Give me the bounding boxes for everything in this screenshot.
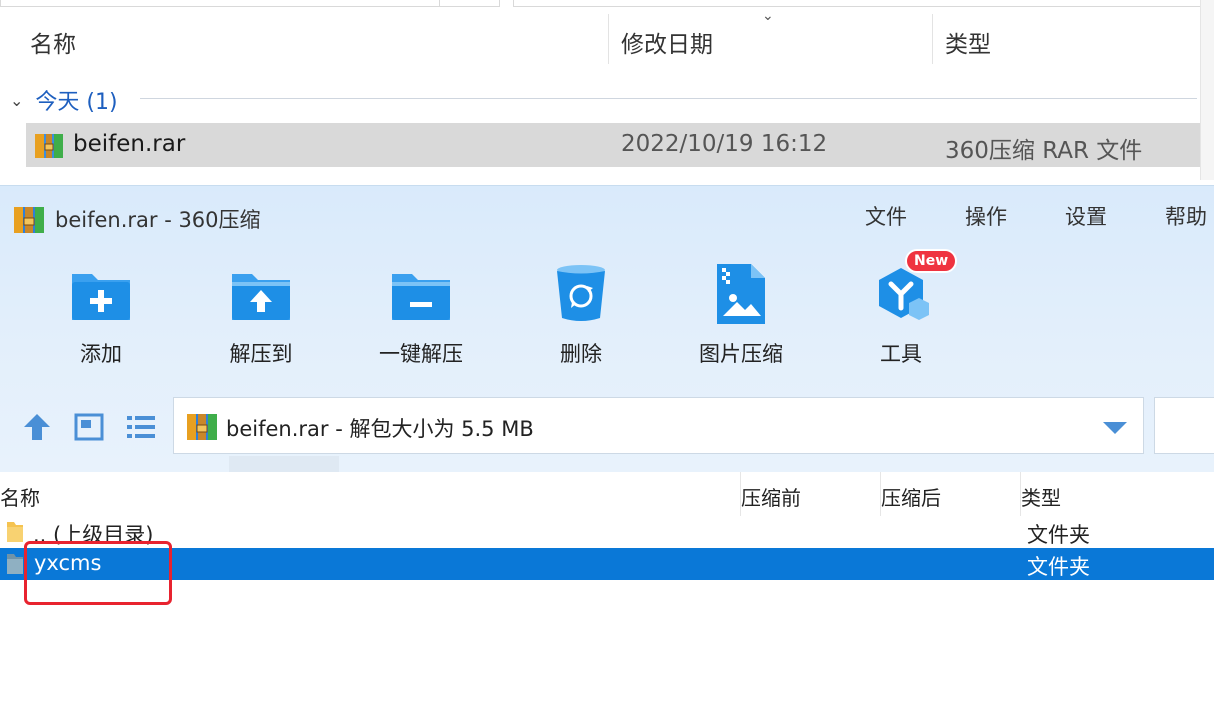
menu-file[interactable]: 文件 xyxy=(865,201,907,231)
file-name: beifen.rar xyxy=(73,131,186,157)
list-header-before[interactable]: 压缩前 xyxy=(741,482,801,511)
image-compress-icon xyxy=(717,264,765,324)
toolbar-tools-label: 工具 xyxy=(880,342,922,366)
thumbnail-view-icon[interactable] xyxy=(74,412,104,442)
toolbar-image-compress-label: 图片压缩 xyxy=(699,342,783,366)
up-arrow-icon[interactable] xyxy=(22,412,52,442)
explorer-toolbar-divider xyxy=(439,0,440,6)
window-title-text: beifen.rar - 360压缩 xyxy=(55,208,261,232)
toolbar-add-button[interactable]: 添加 xyxy=(41,262,161,368)
group-label: 今天 (1) xyxy=(35,90,118,115)
row-type: 文件夹 xyxy=(1027,523,1090,547)
recycle-bin-icon xyxy=(557,265,605,321)
rar-archive-icon xyxy=(14,207,44,233)
chevron-down-icon: ⌄ xyxy=(10,90,24,110)
group-header-today[interactable]: ⌄ 今天 (1) xyxy=(10,84,118,116)
file-row[interactable]: beifen.rar 2022/10/19 16:12 360压缩 RAR 文件 xyxy=(26,123,1210,167)
sort-chevron-icon: ⌄ xyxy=(762,8,774,24)
folder-oneclick-extract-icon xyxy=(392,274,450,320)
address-text: beifen.rar - 解包大小为 5.5 MB xyxy=(226,417,534,441)
toolbar-tools-button[interactable]: 工具 xyxy=(841,262,961,368)
address-dropdown-icon[interactable] xyxy=(1103,422,1127,434)
file-type: 360压缩 RAR 文件 xyxy=(945,138,1143,164)
column-header-name[interactable]: 名称 xyxy=(30,25,76,59)
address-scroll-indicator xyxy=(229,456,339,472)
search-input[interactable] xyxy=(1154,397,1214,454)
group-divider xyxy=(140,98,1197,99)
new-badge: New xyxy=(905,249,958,273)
column-header-type[interactable]: 类型 xyxy=(945,25,991,59)
column-divider[interactable] xyxy=(608,14,609,64)
list-header-after[interactable]: 压缩后 xyxy=(881,482,941,511)
toolbar-image-compress-button[interactable]: 图片压缩 xyxy=(681,262,801,368)
rar-archive-icon xyxy=(35,134,63,158)
menu-help[interactable]: 帮助 xyxy=(1165,201,1207,231)
list-header-type[interactable]: 类型 xyxy=(1021,482,1061,511)
list-row-parent-dir[interactable]: .. (上级目录) 文件夹 xyxy=(0,517,1214,548)
folder-icon xyxy=(7,522,23,542)
menu-settings[interactable]: 设置 xyxy=(1065,201,1107,231)
menu-operation[interactable]: 操作 xyxy=(965,201,1007,231)
address-bar[interactable]: beifen.rar - 解包大小为 5.5 MB xyxy=(173,397,1144,454)
row-type: 文件夹 xyxy=(1027,555,1090,579)
toolbar-extract-to-label: 解压到 xyxy=(229,342,293,366)
toolbar-add-label: 添加 xyxy=(80,342,122,366)
folder-extract-icon xyxy=(232,274,290,320)
toolbar-extract-to-button[interactable]: 解压到 xyxy=(201,262,321,368)
folder-add-icon xyxy=(72,274,130,320)
annotation-highlight-box xyxy=(24,541,172,605)
explorer-scrollbar[interactable] xyxy=(1200,0,1214,180)
explorer-search-box[interactable] xyxy=(513,0,1201,7)
list-row-selected[interactable]: yxcms 文件夹 xyxy=(0,548,1214,580)
column-header-modified[interactable]: 修改日期 xyxy=(621,25,713,59)
toolbar-delete-button[interactable]: 删除 xyxy=(521,262,641,368)
folder-icon xyxy=(7,554,23,574)
column-divider[interactable] xyxy=(932,14,933,64)
explorer-toolbar-box-left xyxy=(0,0,500,7)
rar-archive-icon xyxy=(187,414,217,440)
toolbar-delete-label: 删除 xyxy=(560,342,602,366)
toolbar-oneclick-extract-label: 一键解压 xyxy=(379,342,463,366)
toolbar-oneclick-extract-button[interactable]: 一键解压 xyxy=(361,262,481,368)
zip-window-title: beifen.rar - 360压缩 xyxy=(13,204,261,234)
file-date: 2022/10/19 16:12 xyxy=(621,131,828,157)
list-header-name[interactable]: 名称 xyxy=(0,482,40,511)
list-view-icon[interactable] xyxy=(126,412,156,442)
